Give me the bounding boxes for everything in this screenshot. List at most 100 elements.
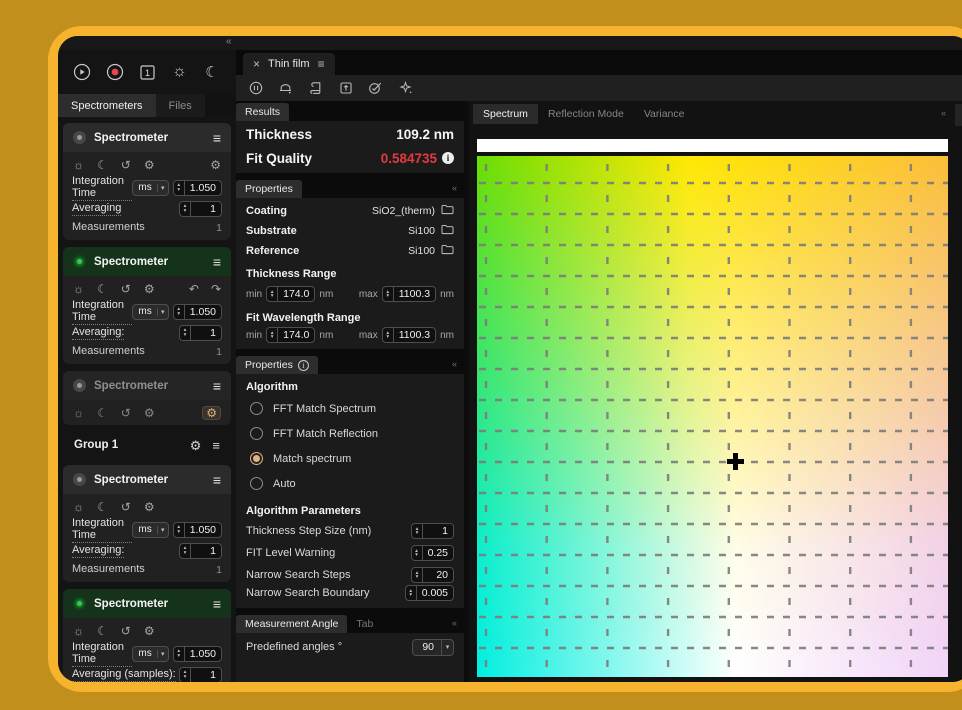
gear-highlighted-icon[interactable]: ⚙ <box>202 406 221 420</box>
reset-icon[interactable]: ↺ <box>121 625 131 637</box>
reset-icon[interactable]: ↺ <box>121 159 131 171</box>
collapse-icon[interactable]: « <box>941 108 946 118</box>
light-icon[interactable]: ☼ <box>73 283 84 295</box>
sidebar-collapse-icon[interactable]: « <box>226 36 232 47</box>
dark-icon[interactable]: ☾ <box>97 159 108 171</box>
export-icon[interactable] <box>338 81 353 96</box>
secondary-tab[interactable]: Tab <box>347 615 382 633</box>
dark-icon[interactable]: ☾ <box>97 283 108 295</box>
integration-time-stepper[interactable]: ▴▾1.050 <box>173 180 222 196</box>
thickness-step-stepper[interactable]: ▴▾1 <box>411 523 454 539</box>
radio-icon[interactable] <box>250 427 263 440</box>
unit-select[interactable]: ms▾ <box>132 180 168 196</box>
narrow-boundary-stepper[interactable]: ▴▾0.005 <box>405 585 454 601</box>
spectrometer-header-5[interactable]: Spectrometer ≡ <box>63 589 231 618</box>
algorithm-option-0[interactable]: FFT Match Spectrum <box>236 396 464 421</box>
integration-time-stepper[interactable]: ▴▾1.050 <box>173 304 222 320</box>
info-icon[interactable]: i <box>298 360 309 371</box>
reset-icon[interactable]: ↺ <box>121 283 131 295</box>
spectrometer-header-4[interactable]: Spectrometer ≡ <box>63 465 231 494</box>
averaging-stepper[interactable]: ▴▾1 <box>179 543 222 559</box>
redo-icon[interactable]: ↷ <box>211 283 221 295</box>
folder-icon[interactable] <box>441 202 454 220</box>
light-icon[interactable]: ☼ <box>73 159 84 171</box>
gear-icon[interactable]: ⚙ <box>144 501 155 513</box>
averaging-stepper[interactable]: ▴▾1 <box>179 201 222 217</box>
averaging-stepper[interactable]: ▴▾1 <box>179 667 222 683</box>
document-tab-thin-film[interactable]: × Thin film ≡ <box>243 53 335 75</box>
chart-marker[interactable] <box>727 453 744 470</box>
spectrometer-header-1[interactable]: Spectrometer ≡ <box>63 123 231 152</box>
spectrum-tab-2[interactable]: Variance <box>634 104 695 124</box>
unit-select[interactable]: ms▾ <box>132 646 168 662</box>
tab-spectrometers[interactable]: Spectrometers <box>58 94 156 117</box>
gear-icon[interactable]: ⚙ <box>144 625 155 637</box>
undo-icon[interactable]: ↶ <box>189 283 199 295</box>
brightness-icon[interactable]: ☼ <box>170 62 190 82</box>
wavelength-min-stepper[interactable]: ▴▾174.0 <box>266 327 315 343</box>
dark-icon[interactable]: ☾ <box>97 407 108 419</box>
tab-files[interactable]: Files <box>156 94 205 117</box>
menu-icon[interactable]: ≡ <box>213 379 221 393</box>
spectrum-tab-1[interactable]: Reflection Mode <box>538 104 634 124</box>
collapse-icon[interactable]: « <box>452 359 464 369</box>
dark-mode-icon[interactable]: ☾ <box>202 62 222 82</box>
gear-icon[interactable]: ⚙ <box>144 159 155 171</box>
unit-select[interactable]: ms▾ <box>132 304 168 320</box>
measurement-angle-tab[interactable]: Measurement Angle <box>236 615 347 633</box>
spectrum-chart[interactable] <box>477 156 948 677</box>
close-icon[interactable]: × <box>253 57 260 71</box>
info-icon[interactable]: i <box>442 152 454 164</box>
algorithm-option-2[interactable]: Match spectrum <box>236 446 464 471</box>
radio-icon[interactable] <box>250 477 263 490</box>
algorithm-option-1[interactable]: FFT Match Reflection <box>236 421 464 446</box>
light-icon[interactable]: ☼ <box>73 407 84 419</box>
properties-tab[interactable]: Properties <box>236 180 302 198</box>
collapse-icon[interactable]: « <box>452 618 464 628</box>
unit-select[interactable]: ms▾ <box>132 522 168 538</box>
narrow-steps-stepper[interactable]: ▴▾20 <box>411 567 454 583</box>
tab-menu-icon[interactable]: ≡ <box>318 57 325 71</box>
group-row[interactable]: Group 1 ⚙ ≡ <box>63 432 231 458</box>
dark-icon[interactable]: ☾ <box>97 625 108 637</box>
folder-icon[interactable] <box>441 222 454 240</box>
wavelength-max-stepper[interactable]: ▴▾1100.3 <box>382 327 436 343</box>
record-icon[interactable] <box>105 62 125 82</box>
algorithm-properties-tab[interactable]: Properties i <box>236 356 318 374</box>
folder-icon[interactable] <box>441 242 454 260</box>
menu-icon[interactable]: ≡ <box>213 255 221 269</box>
reset-icon[interactable]: ↺ <box>121 407 131 419</box>
gear-icon[interactable]: ⚙ <box>144 283 155 295</box>
collapse-icon[interactable]: « <box>452 183 464 193</box>
light-icon[interactable]: ☼ <box>73 625 84 637</box>
gear-icon[interactable]: ⚙ <box>190 439 202 452</box>
dark-icon[interactable]: ☾ <box>97 501 108 513</box>
gear-icon[interactable]: ⚙ <box>210 159 221 171</box>
counter-icon[interactable]: 1 <box>137 62 157 82</box>
light-icon[interactable]: ☼ <box>73 501 84 513</box>
integration-time-stepper[interactable]: ▴▾1.050 <box>173 646 222 662</box>
menu-icon[interactable]: ≡ <box>213 131 221 145</box>
integration-time-stepper[interactable]: ▴▾1.050 <box>173 522 222 538</box>
reset-icon[interactable]: ↺ <box>121 501 131 513</box>
stage-icon[interactable] <box>278 81 293 96</box>
validate-icon[interactable] <box>368 81 383 96</box>
results-tab[interactable]: Results <box>236 103 289 121</box>
play-icon[interactable] <box>72 62 92 82</box>
sparkle-icon[interactable] <box>398 81 413 96</box>
pause-icon[interactable] <box>248 81 263 96</box>
gear-icon[interactable]: ⚙ <box>144 407 155 419</box>
menu-icon[interactable]: ≡ <box>213 473 221 487</box>
menu-icon[interactable]: ≡ <box>213 597 221 611</box>
menu-icon[interactable]: ≡ <box>212 439 220 452</box>
angle-select[interactable]: 90 ▾ <box>412 639 454 656</box>
algorithm-option-3[interactable]: Auto <box>236 471 464 496</box>
spectrum-tab-0[interactable]: Spectrum <box>473 104 538 124</box>
averaging-stepper[interactable]: ▴▾1 <box>179 325 222 341</box>
thickness-max-stepper[interactable]: ▴▾1100.3 <box>382 286 436 302</box>
radio-icon[interactable] <box>250 452 263 465</box>
fit-level-stepper[interactable]: ▴▾0.25 <box>411 545 454 561</box>
spectrometer-header-2[interactable]: Spectrometer ≡ <box>63 247 231 276</box>
thickness-min-stepper[interactable]: ▴▾174.0 <box>266 286 315 302</box>
spectrometer-header-3[interactable]: Spectrometer ≡ <box>63 371 231 400</box>
